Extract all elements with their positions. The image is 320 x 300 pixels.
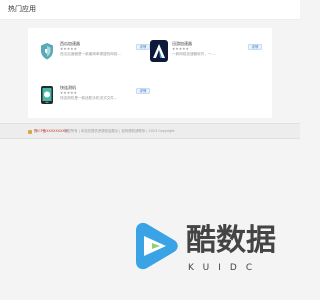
apps-panel: 西瓜加速器 ★★★★★ 西瓜加速器是一款最简单便捷的网络… 详情 迅游加速器 ★… (28, 28, 272, 118)
details-button[interactable]: 详情 (248, 44, 262, 50)
footer: 豫ICP备XXXXXXXX号 版权所有 | 本站仅提供资源信息展示 | 如有侵权… (0, 123, 300, 139)
app-name[interactable]: 快连测机 (60, 85, 76, 90)
app-card[interactable]: 快连测机 ★★★★★ 快连测机是一款适配手机流式文件… 详情 (38, 84, 150, 112)
watermark: 酷数据 KUIDC (130, 218, 290, 288)
rating-stars: ★★★★★ (60, 91, 78, 95)
watermark-subtext: KUIDC (188, 263, 262, 273)
play-logo-icon (136, 222, 178, 270)
mountain-logo-icon[interactable] (150, 40, 168, 62)
details-button[interactable]: 详情 (136, 88, 150, 94)
app-name[interactable]: 西瓜加速器 (60, 41, 80, 46)
app-description: 一款网络加速器软件，一… (172, 52, 216, 56)
watermark-text: 酷数据 (186, 223, 276, 258)
copyright-text: 版权所有 | 本站仅提供资源信息展示 | 如有侵权请联系 | 2023 Copy… (64, 129, 175, 133)
app-description: 西瓜加速器是一款最简单便捷的网络… (60, 52, 122, 56)
details-button[interactable]: 详情 (136, 44, 150, 50)
phone-icon[interactable] (38, 84, 56, 106)
app-card[interactable]: 迅游加速器 ★★★★★ 一款网络加速器软件，一… 详情 (150, 40, 262, 68)
beian-badge-icon (28, 130, 32, 134)
section-title: 热门应用 (8, 5, 36, 13)
shield-icon[interactable] (38, 40, 56, 62)
app-name[interactable]: 迅游加速器 (172, 41, 192, 46)
header-bar: 热门应用 (0, 0, 300, 20)
rating-stars: ★★★★★ (60, 47, 78, 51)
app-card[interactable]: 西瓜加速器 ★★★★★ 西瓜加速器是一款最简单便捷的网络… 详情 (38, 40, 150, 68)
rating-stars: ★★★★★ (172, 47, 190, 51)
app-description: 快连测机是一款适配手机流式文件… (60, 96, 118, 100)
